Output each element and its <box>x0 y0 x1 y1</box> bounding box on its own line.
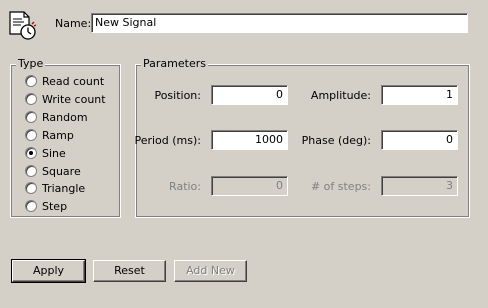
radio-button-icon <box>25 200 37 212</box>
radio-button-icon <box>25 165 37 177</box>
radio-button-icon <box>25 93 37 105</box>
radio-label: Read count <box>42 74 105 88</box>
radio-square[interactable]: Square <box>25 163 81 179</box>
period-label: Period (ms): <box>134 134 201 147</box>
position-input[interactable]: 0 <box>211 85 288 105</box>
phase-label: Phase (deg): <box>301 134 371 147</box>
radio-button-icon <box>25 111 37 123</box>
type-group-title: Type <box>16 57 46 70</box>
radio-label: Write count <box>42 92 106 106</box>
radio-read-count[interactable]: Read count <box>25 73 104 89</box>
name-input[interactable]: New Signal <box>91 13 468 33</box>
ratio-input: 0 <box>211 176 288 196</box>
steps-input: 3 <box>381 176 458 196</box>
parameters-group-title: Parameters <box>141 57 208 70</box>
radio-button-selected-icon <box>25 147 37 159</box>
radio-ramp[interactable]: Ramp <box>25 127 74 143</box>
ratio-label: Ratio: <box>169 180 201 193</box>
radio-sine[interactable]: Sine <box>25 145 66 161</box>
radio-button-icon <box>25 182 37 194</box>
amplitude-input[interactable]: 1 <box>381 85 458 105</box>
radio-random[interactable]: Random <box>25 109 88 125</box>
radio-write-count[interactable]: Write count <box>25 91 106 107</box>
radio-label: Sine <box>42 146 66 160</box>
period-input[interactable]: 1000 <box>211 130 288 150</box>
radio-label: Ramp <box>42 128 74 142</box>
amplitude-label: Amplitude: <box>310 89 371 102</box>
name-label: Name: <box>55 17 92 30</box>
apply-button[interactable]: Apply <box>11 259 86 283</box>
steps-label: # of steps: <box>310 180 371 193</box>
radio-button-icon <box>25 75 37 87</box>
radio-label: Triangle <box>42 181 86 195</box>
radio-label: Step <box>42 199 68 213</box>
reset-button[interactable]: Reset <box>93 260 166 282</box>
radio-label: Random <box>42 110 88 124</box>
radio-step[interactable]: Step <box>25 198 67 214</box>
radio-button-icon <box>25 129 37 141</box>
position-label: Position: <box>154 89 201 102</box>
signal-document-clock-icon <box>7 10 39 42</box>
add-new-button: Add New <box>174 260 247 282</box>
radio-label: Square <box>42 164 81 178</box>
phase-input[interactable]: 0 <box>381 130 458 150</box>
radio-triangle[interactable]: Triangle <box>25 180 85 196</box>
